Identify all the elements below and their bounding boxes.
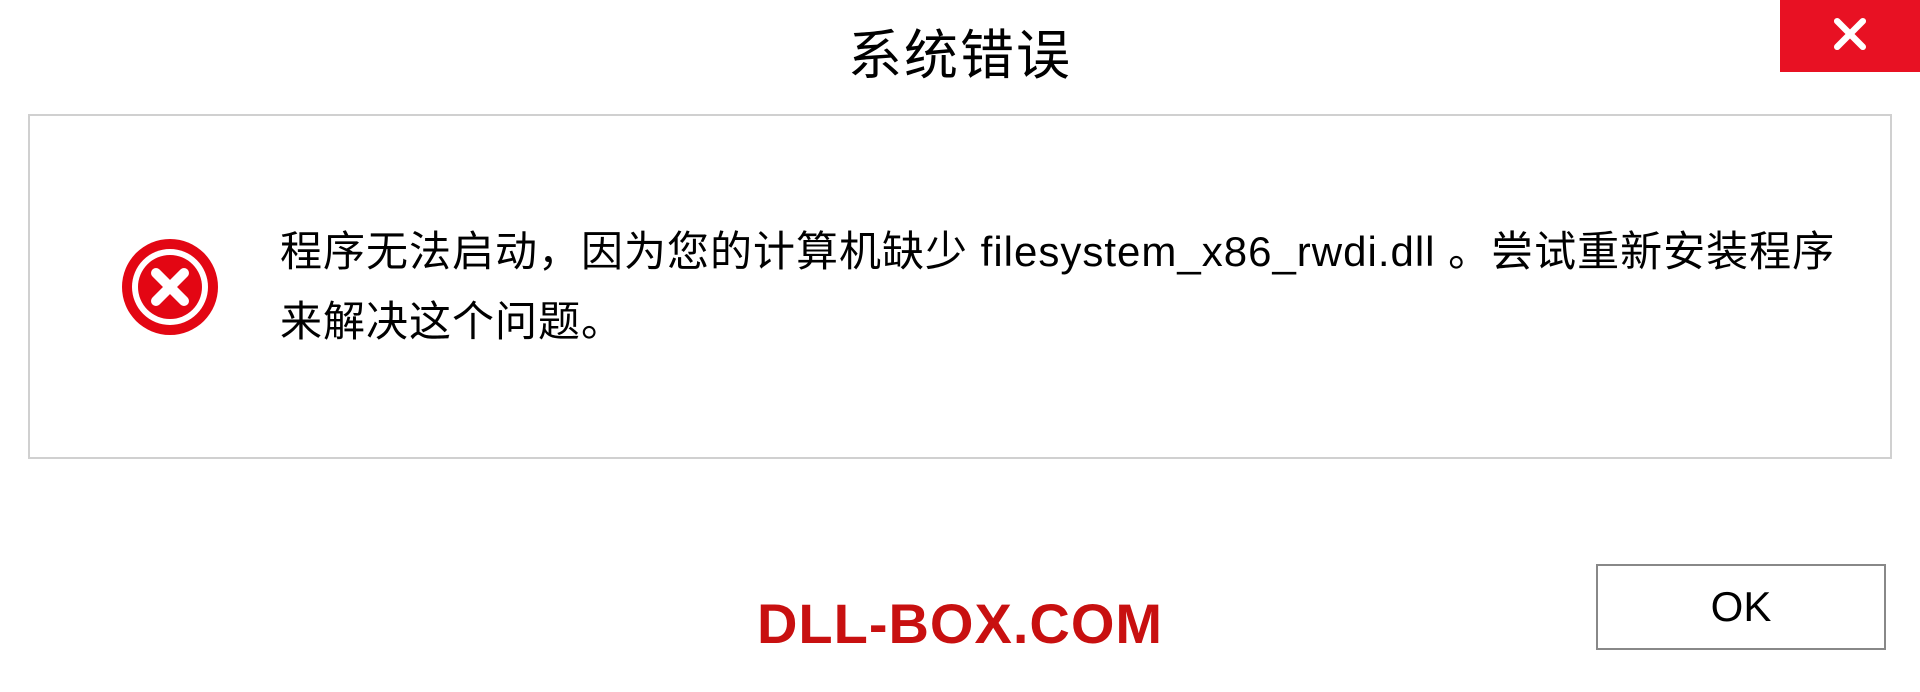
watermark-text: DLL-BOX.COM <box>757 591 1163 656</box>
ok-button[interactable]: OK <box>1596 564 1886 650</box>
titlebar: 系统错误 <box>0 0 1920 100</box>
close-button[interactable] <box>1780 0 1920 72</box>
ok-button-label: OK <box>1711 583 1772 631</box>
content-panel: 程序无法启动，因为您的计算机缺少 filesystem_x86_rwdi.dll… <box>28 114 1892 459</box>
close-icon <box>1828 12 1872 61</box>
error-icon <box>120 237 220 337</box>
footer: DLL-BOX.COM OK <box>0 564 1920 650</box>
dialog-title: 系统错误 <box>848 11 1072 90</box>
error-message: 程序无法启动，因为您的计算机缺少 filesystem_x86_rwdi.dll… <box>280 217 1850 356</box>
